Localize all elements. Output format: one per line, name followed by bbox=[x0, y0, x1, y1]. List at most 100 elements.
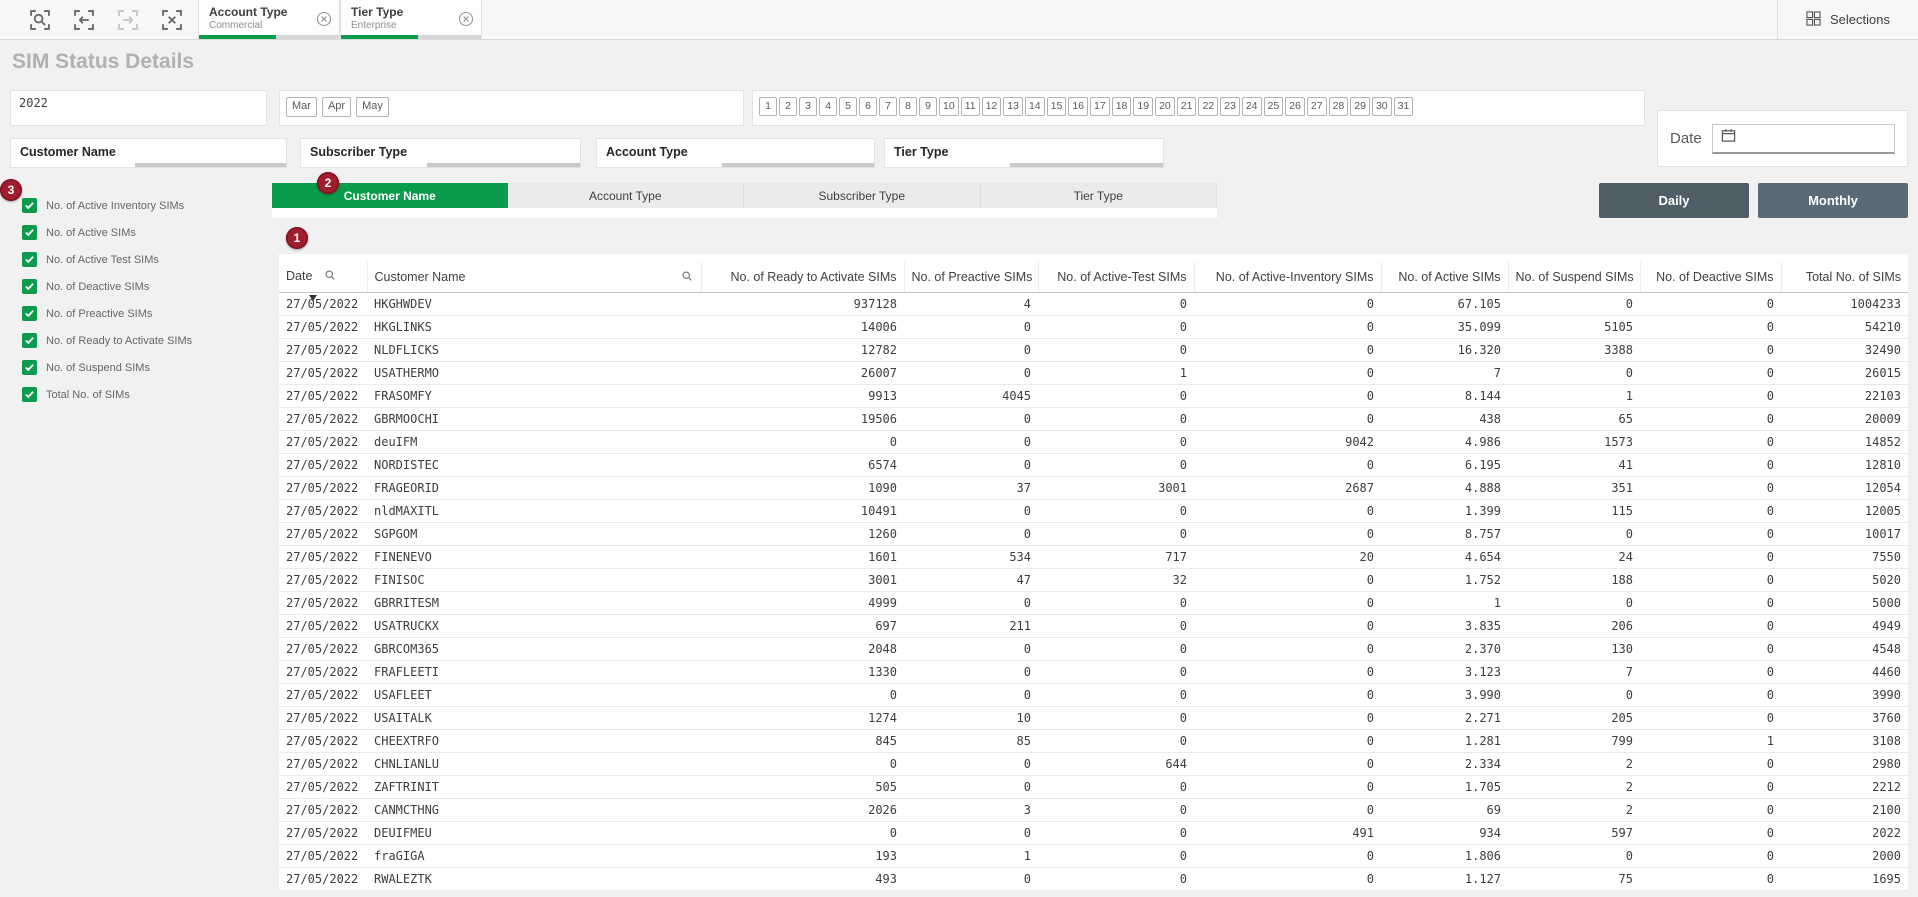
cell-customer-name[interactable]: USATRUCKX bbox=[367, 614, 701, 637]
cell-customer-name[interactable]: CHEEXTRFO bbox=[367, 729, 701, 752]
search-icon[interactable] bbox=[324, 269, 336, 284]
cell-date[interactable]: 27/05/2022 bbox=[279, 384, 367, 407]
tab-subscriber-type[interactable]: Subscriber Type bbox=[744, 183, 981, 208]
remove-selection-icon[interactable] bbox=[458, 11, 474, 27]
cell-date[interactable]: 27/05/2022 bbox=[279, 752, 367, 775]
checkbox-checked-icon[interactable] bbox=[22, 279, 37, 294]
day-chip-26[interactable]: 26 bbox=[1285, 97, 1305, 116]
cell-customer-name[interactable]: GBRRITESM bbox=[367, 591, 701, 614]
day-chip-15[interactable]: 15 bbox=[1047, 97, 1067, 116]
cell-customer-name[interactable]: CHNLIANLU bbox=[367, 752, 701, 775]
measure-item-no-of-deactive-sims[interactable]: No. of Deactive SIMs bbox=[22, 273, 272, 300]
cell-customer-name[interactable]: NORDISTEC bbox=[367, 453, 701, 476]
measure-item-no-of-preactive-sims[interactable]: No. of Preactive SIMs bbox=[22, 300, 272, 327]
cell-customer-name[interactable]: GBRCOM365 bbox=[367, 637, 701, 660]
column-header-customer-name[interactable]: Customer Name bbox=[367, 262, 701, 292]
cell-customer-name[interactable]: FINISOC bbox=[367, 568, 701, 591]
day-chip-6[interactable]: 6 bbox=[859, 97, 877, 116]
day-chip-17[interactable]: 17 bbox=[1090, 97, 1110, 116]
step-back-icon[interactable] bbox=[72, 8, 96, 32]
day-chip-10[interactable]: 10 bbox=[939, 97, 959, 116]
day-chip-16[interactable]: 16 bbox=[1068, 97, 1088, 116]
day-chip-27[interactable]: 27 bbox=[1307, 97, 1327, 116]
day-chip-21[interactable]: 21 bbox=[1177, 97, 1197, 116]
cell-customer-name[interactable]: FINENEVO bbox=[367, 545, 701, 568]
column-header-total-no-of-sims[interactable]: Total No. of SIMs bbox=[1781, 262, 1908, 292]
month-chip-apr[interactable]: Apr bbox=[322, 97, 351, 117]
cell-customer-name[interactable]: USATHERMO bbox=[367, 361, 701, 384]
day-chip-25[interactable]: 25 bbox=[1264, 97, 1284, 116]
cell-date[interactable]: 27/05/2022 bbox=[279, 545, 367, 568]
cell-customer-name[interactable]: SGPGOM bbox=[367, 522, 701, 545]
day-chip-18[interactable]: 18 bbox=[1112, 97, 1132, 116]
checkbox-checked-icon[interactable] bbox=[22, 387, 37, 402]
day-chip-4[interactable]: 4 bbox=[819, 97, 837, 116]
measure-item-no-of-active-sims[interactable]: No. of Active SIMs bbox=[22, 219, 272, 246]
cell-date[interactable]: 27/05/2022 bbox=[279, 292, 367, 315]
day-chip-30[interactable]: 30 bbox=[1372, 97, 1392, 116]
cell-date[interactable]: 27/05/2022 bbox=[279, 683, 367, 706]
day-chip-20[interactable]: 20 bbox=[1155, 97, 1175, 116]
cell-customer-name[interactable]: ZAFTRINIT bbox=[367, 775, 701, 798]
checkbox-checked-icon[interactable] bbox=[22, 252, 37, 267]
tab-account-type[interactable]: Account Type bbox=[508, 183, 745, 208]
remove-selection-icon[interactable] bbox=[316, 11, 332, 27]
cell-date[interactable]: 27/05/2022 bbox=[279, 407, 367, 430]
column-header-no-of-active-test-sims[interactable]: No. of Active-Test SIMs bbox=[1038, 262, 1194, 292]
cell-customer-name[interactable]: HKGHWDEV bbox=[367, 292, 701, 315]
tab-tier-type[interactable]: Tier Type bbox=[981, 183, 1218, 208]
measure-item-no-of-active-inventory-sims[interactable]: No. of Active Inventory SIMs bbox=[22, 192, 272, 219]
cell-customer-name[interactable]: DEUIFMEU bbox=[367, 821, 701, 844]
cell-date[interactable]: 27/05/2022 bbox=[279, 729, 367, 752]
day-chip-3[interactable]: 3 bbox=[799, 97, 817, 116]
cell-customer-name[interactable]: deuIFM bbox=[367, 430, 701, 453]
column-header-no-of-preactive-sims[interactable]: No. of Preactive SIMs bbox=[904, 262, 1038, 292]
cell-date[interactable]: 27/05/2022 bbox=[279, 637, 367, 660]
cell-date[interactable]: 27/05/2022 bbox=[279, 522, 367, 545]
cell-date[interactable]: 27/05/2022 bbox=[279, 706, 367, 729]
checkbox-checked-icon[interactable] bbox=[22, 225, 37, 240]
cell-date[interactable]: 27/05/2022 bbox=[279, 867, 367, 890]
cell-date[interactable]: 27/05/2022 bbox=[279, 568, 367, 591]
day-chip-24[interactable]: 24 bbox=[1242, 97, 1262, 116]
field-filter-account-type[interactable]: Account Type bbox=[596, 138, 875, 168]
checkbox-checked-icon[interactable] bbox=[22, 333, 37, 348]
cell-customer-name[interactable]: HKGLINKS bbox=[367, 315, 701, 338]
checkbox-checked-icon[interactable] bbox=[22, 306, 37, 321]
column-header-no-of-deactive-sims[interactable]: No. of Deactive SIMs bbox=[1640, 262, 1781, 292]
cell-customer-name[interactable]: fraGIGA bbox=[367, 844, 701, 867]
day-chip-7[interactable]: 7 bbox=[879, 97, 897, 116]
cell-date[interactable]: 27/05/2022 bbox=[279, 453, 367, 476]
field-filter-subscriber-type[interactable]: Subscriber Type bbox=[300, 138, 581, 168]
cell-date[interactable]: 27/05/2022 bbox=[279, 499, 367, 522]
measure-item-no-of-suspend-sims[interactable]: No. of Suspend SIMs bbox=[22, 354, 272, 381]
day-chip-12[interactable]: 12 bbox=[982, 97, 1002, 116]
month-chip-mar[interactable]: Mar bbox=[286, 97, 317, 117]
day-chip-13[interactable]: 13 bbox=[1003, 97, 1023, 116]
cell-customer-name[interactable]: USAITALK bbox=[367, 706, 701, 729]
column-header-no-of-active-sims[interactable]: No. of Active SIMs bbox=[1381, 262, 1508, 292]
measure-item-no-of-active-test-sims[interactable]: No. of Active Test SIMs bbox=[22, 246, 272, 273]
cell-date[interactable]: 27/05/2022 bbox=[279, 775, 367, 798]
smart-search-icon[interactable] bbox=[28, 8, 52, 32]
cell-customer-name[interactable]: NLDFLICKS bbox=[367, 338, 701, 361]
clear-selections-icon[interactable] bbox=[160, 8, 184, 32]
date-input[interactable] bbox=[1712, 124, 1895, 154]
cell-date[interactable]: 27/05/2022 bbox=[279, 315, 367, 338]
cell-customer-name[interactable]: GBRMOOCHI bbox=[367, 407, 701, 430]
day-chip-23[interactable]: 23 bbox=[1220, 97, 1240, 116]
field-filter-tier-type[interactable]: Tier Type bbox=[884, 138, 1164, 168]
cell-date[interactable]: 27/05/2022 bbox=[279, 798, 367, 821]
cell-customer-name[interactable]: FRAFLEETI bbox=[367, 660, 701, 683]
field-filter-customer-name[interactable]: Customer Name bbox=[10, 138, 287, 168]
checkbox-checked-icon[interactable] bbox=[22, 198, 37, 213]
day-chip-8[interactable]: 8 bbox=[899, 97, 917, 116]
day-chip-28[interactable]: 28 bbox=[1329, 97, 1349, 116]
day-chip-2[interactable]: 2 bbox=[779, 97, 797, 116]
cell-customer-name[interactable]: nldMAXITL bbox=[367, 499, 701, 522]
checkbox-checked-icon[interactable] bbox=[22, 360, 37, 375]
cell-customer-name[interactable]: RWALEZTK bbox=[367, 867, 701, 890]
daily-button[interactable]: Daily bbox=[1599, 183, 1749, 218]
cell-customer-name[interactable]: FRAGEORID bbox=[367, 476, 701, 499]
cell-customer-name[interactable]: CANMCTHNG bbox=[367, 798, 701, 821]
